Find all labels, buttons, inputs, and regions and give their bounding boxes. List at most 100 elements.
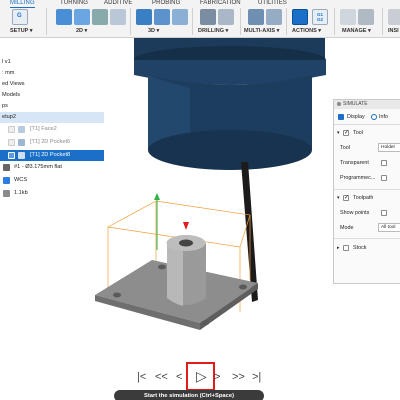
mode-row: Mode All tool [334, 223, 400, 233]
drill-icon[interactable] [200, 9, 216, 25]
panel-grip-icon[interactable] [337, 102, 341, 106]
group-3d[interactable]: 3D ▾ [148, 28, 159, 34]
stock-section-checkbox[interactable] [343, 245, 349, 251]
chevron-down-icon[interactable]: ▾ [337, 193, 340, 203]
swarf-icon[interactable] [248, 9, 264, 25]
2d-adaptive-icon[interactable] [56, 9, 72, 25]
tab-turning[interactable]: TURNING [60, 0, 88, 6]
tree-item-label: [T1] Face2 [30, 126, 57, 132]
info-tab-icon [371, 114, 377, 120]
tree-item-named-views[interactable]: ed Views [0, 79, 104, 90]
group-setup[interactable]: SETUP ▾ [10, 28, 33, 34]
tab-probing[interactable]: PROBING [152, 0, 180, 6]
tab-utilities[interactable]: UTILITIES [258, 0, 287, 6]
tab-info[interactable]: Info [379, 112, 388, 122]
face-icon[interactable] [92, 9, 108, 25]
pocket-op-icon [18, 139, 25, 146]
tree-item-setups[interactable]: ps [0, 101, 104, 112]
show-points-checkbox[interactable] [381, 210, 387, 216]
tree-item-document[interactable]: l v1 [0, 57, 104, 68]
tool-select[interactable]: Holder [378, 143, 400, 152]
group-2d[interactable]: 2D ▾ [76, 28, 87, 34]
tree-item-models[interactable]: Models [0, 90, 104, 101]
play-tooltip: Start the simulation (Ctrl+Space) [114, 390, 264, 400]
divider [334, 8, 335, 35]
tab-additive[interactable]: ADDITIVE [104, 0, 132, 6]
play-icon[interactable]: ▷ [196, 369, 207, 383]
tree-item-label: Models [2, 92, 21, 98]
tree-item-label: ps [2, 103, 8, 109]
template-icon[interactable] [358, 9, 374, 25]
post-process-icon[interactable]: G1 G2 [312, 9, 328, 25]
tree-item-wcs[interactable]: WCS [0, 175, 104, 186]
y-axis-arrow [154, 193, 160, 200]
tree-item-label: [T1] 2D Pocket8 [30, 152, 71, 158]
group-actions[interactable]: ACTIONS ▾ [292, 28, 321, 34]
z-axis-arrow [183, 222, 189, 230]
setup-icon[interactable]: G [12, 9, 28, 25]
programmed-label: Programmec... [340, 175, 376, 181]
go-to-start-icon[interactable]: |< [137, 370, 146, 384]
next-operation-icon[interactable]: >> [232, 370, 245, 384]
tool-section-checkbox[interactable]: ✓ [343, 130, 349, 136]
divider [334, 238, 400, 239]
divider [382, 8, 383, 35]
divider [334, 189, 400, 190]
tree-item-label: [T1] 2D Pocket6 [30, 139, 71, 145]
eye-icon[interactable] [8, 152, 15, 159]
transparent-checkbox[interactable] [381, 160, 387, 166]
chevron-down-icon[interactable]: ▾ [337, 128, 340, 138]
step-forward-icon[interactable]: > [214, 370, 220, 384]
tree-item-2d-pocket6[interactable]: [T1] 2D Pocket6 [0, 137, 104, 148]
group-drilling[interactable]: DRILLING ▾ [198, 28, 228, 34]
tool-section-header[interactable]: ▾ ✓ Tool [334, 128, 400, 138]
app-window: MILLING TURNING ADDITIVE PROBING FABRICA… [0, 0, 400, 400]
go-to-end-icon[interactable]: >| [252, 370, 261, 384]
eye-icon[interactable] [8, 126, 15, 133]
group-inspect[interactable]: INSI [388, 28, 399, 34]
tree-item-2d-pocket8[interactable]: [T1] 2D Pocket8 [0, 150, 104, 161]
3d-pocket-icon[interactable] [154, 9, 170, 25]
tool-section-label: Tool [353, 130, 363, 136]
mode-select[interactable]: All tool [378, 223, 400, 232]
tree-item-label: #1 - Ø3.175mm flat [14, 164, 62, 170]
multiaxis-contour-icon[interactable] [266, 9, 282, 25]
tree-item-units[interactable]: : mm [0, 68, 104, 79]
stock-section-label: Stock [353, 245, 367, 251]
contour-icon[interactable] [110, 9, 126, 25]
bore-icon[interactable] [218, 9, 234, 25]
eye-icon[interactable] [8, 139, 15, 146]
tree-item-setup2[interactable]: etup2 [0, 112, 104, 123]
inspect-icon[interactable] [388, 9, 400, 25]
simulate-icon[interactable] [292, 9, 308, 25]
previous-operation-icon[interactable]: << [155, 370, 168, 384]
divider [240, 8, 241, 35]
tool-row: Tool Holder [334, 143, 400, 153]
step-back-icon[interactable]: < [176, 370, 182, 384]
steep-shallow-icon[interactable] [172, 9, 188, 25]
panel-tabs: Display Info [334, 112, 400, 122]
tree-item-tool[interactable]: #1 - Ø3.175mm flat [0, 162, 104, 173]
divider [286, 8, 287, 35]
tree-item-face2[interactable]: [T1] Face2 [0, 124, 104, 135]
group-manage[interactable]: MANAGE ▾ [342, 28, 371, 34]
group-multi-axis[interactable]: MULTI-AXIS ▾ [244, 28, 279, 34]
toolpath-section-header[interactable]: ▾ ✓ Toolpath [334, 193, 400, 203]
programmed-checkbox[interactable] [381, 175, 387, 181]
divider [130, 8, 131, 35]
tool-library-icon[interactable] [340, 9, 356, 25]
tab-milling[interactable]: MILLING [10, 0, 35, 8]
tab-display[interactable]: Display [347, 112, 365, 122]
tree-item-filesize[interactable]: 1.1kb [0, 188, 104, 199]
3d-adaptive-icon[interactable] [136, 9, 152, 25]
transparent-label: Transparent [340, 160, 369, 166]
chevron-right-icon[interactable]: ▸ [337, 243, 340, 253]
2d-pocket-icon[interactable] [74, 9, 90, 25]
toolpath-section-checkbox[interactable]: ✓ [343, 195, 349, 201]
wcs-icon [3, 177, 10, 184]
panel-title: SIMULATE [334, 100, 400, 109]
tab-fabrication[interactable]: FABRICATION [200, 0, 241, 6]
stock-section-header[interactable]: ▸ Stock [334, 243, 400, 253]
browser-tree: l v1 : mm ed Views Models ps etup2 [T1] … [0, 38, 104, 203]
mode-label: Mode [340, 225, 354, 231]
